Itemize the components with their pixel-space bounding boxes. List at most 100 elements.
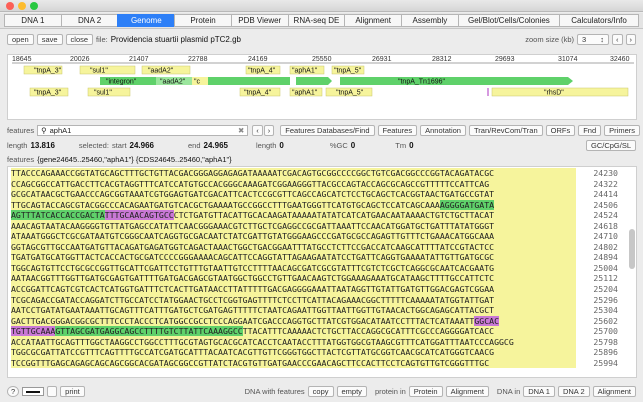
length-value: 13.816: [30, 140, 55, 150]
ruler-tick: 26931: [372, 56, 392, 63]
tran-revcom-button[interactable]: Tran/RevCom/Tran: [468, 124, 543, 136]
genome-feature-map[interactable]: 18645 20026 21407 22788 24169 25550 2693…: [7, 54, 637, 120]
feature-tnpa-tn1696[interactable]: [340, 77, 573, 85]
sequence-segment: GTTAGCGATGAGGCAGCCTTTTGTCTTATTCAAAGGCC: [55, 326, 243, 337]
sequence-line[interactable]: TGTTGCAAAGTTAGCGATGAGGCAGCCTTTTGTCTTATTC…: [11, 326, 576, 337]
sequence-line[interactable]: GCGCATAACGCTGAACCCAGCGGTAAATCGTGGAGTGATC…: [11, 189, 576, 200]
sequence-line[interactable]: GACTTGACGGGACGGCGCTTTCCCTACCCTCATGGCCGCC…: [11, 315, 576, 327]
sequence-line[interactable]: GGTAGCGTTGCCAATGATGTTACAGATGAGATGGTCAGAC…: [11, 241, 576, 253]
ruler-tick: 20026: [70, 56, 90, 63]
tab-dna1[interactable]: DNA 1: [4, 14, 61, 27]
ruler-tick: 28312: [432, 56, 452, 63]
sequence-position: 25700: [593, 326, 618, 337]
sequence-segment: ATAAATGGGCTCGCGATAATGTCGGGCAATCAGGTGCGAC…: [11, 231, 495, 242]
empty-button[interactable]: empty: [336, 385, 367, 397]
sequence-line[interactable]: CCAGCGGCCATTGACCTTCACGTAGGTTTCATCCATGTGC…: [11, 178, 576, 190]
dna-with-features-label: DNA with features: [244, 386, 305, 396]
sequence-line[interactable]: TCGCAGACCGATACCAGGATCTTGCCATCCTATGGAACTG…: [11, 294, 576, 306]
tab-genome[interactable]: Genome: [117, 14, 175, 27]
tab-assembly[interactable]: Assembly: [401, 14, 458, 27]
sequence-line[interactable]: AATCCTGATATGAATAAATTGCAGTTTCATTTGATGCTCG…: [11, 305, 576, 316]
sequence-position: 24506: [593, 199, 618, 210]
sequence-position: 24710: [593, 231, 618, 242]
print-button[interactable]: print: [60, 385, 85, 397]
sequence-segment: AATAACGGTTTGGTTGATGCGAGTGATTTTGATGACGAGC…: [11, 273, 495, 284]
protein-target-button[interactable]: Protein: [408, 385, 443, 397]
sequence-line[interactable]: AGTTTATCACCACCGACTATTTGCAACAGTGCCCTCTGAT…: [11, 210, 576, 221]
color-swatch[interactable]: [22, 386, 45, 396]
feature-label: "sul1": [90, 68, 108, 75]
zoom-window-button[interactable]: [30, 2, 38, 10]
minimize-window-button[interactable]: [18, 2, 26, 10]
search-next-button[interactable]: ›: [263, 124, 275, 136]
sequence-line[interactable]: TGGCAGTGTTCCTGCGCCGGTTGCATTCGATTCCTGTTTG…: [11, 262, 576, 274]
tab-pdb-viewer[interactable]: PDB Viewer: [230, 14, 288, 27]
feature-green-block[interactable]: [208, 77, 290, 85]
zoom-right-button[interactable]: ›: [625, 33, 636, 45]
scrollbar-thumb[interactable]: [629, 229, 635, 269]
features-search-label: features: [7, 125, 35, 135]
protein-alignment-button[interactable]: Alignment: [445, 385, 489, 397]
sequence-line[interactable]: TGGCGCGATTATCCGTTTCAGTTTTGCCATCGATGCATTT…: [11, 347, 576, 358]
sequence-line[interactable]: ACCGGATTCAGTCGTCACTCATGGTGATTTCTCACTTGAT…: [11, 284, 576, 295]
ruler-tick: 25550: [312, 56, 332, 63]
sequence-line[interactable]: AAACAGTAATACAAGGGGTGTTATGAGCCATATTCAACGG…: [11, 220, 576, 232]
sequence-segment: TCAGAATTGGTTAATTGGTTGTAACACTGGCAGAGCATTA…: [277, 305, 495, 316]
sequence-segment: TTTGCAACAGTGCC: [104, 210, 174, 221]
sequence-view[interactable]: TTACCCAGAAACCGGTATGCAGCTTTGCTGTTACGACGGG…: [7, 166, 637, 378]
features-button[interactable]: Features: [377, 124, 418, 136]
ruler-tick: 18645: [12, 56, 32, 63]
ruler-tick: 21407: [129, 56, 149, 63]
selection-length-value: 0: [279, 140, 284, 150]
sequence-line[interactable]: TTGCAGTACCAGCGTACGGCCCACAGAATGATGTCACGCT…: [11, 199, 576, 211]
help-button[interactable]: ?: [7, 385, 20, 397]
features-search-input[interactable]: ⚲ aphA1 ✖: [37, 124, 249, 136]
tab-rna-seq-de[interactable]: RNA-seq DE: [287, 14, 345, 27]
tab-gel-blot[interactable]: Gel/Blot/Cells/Colonies: [457, 14, 560, 27]
dna2-target-button[interactable]: DNA 2: [557, 385, 590, 397]
clear-search-icon[interactable]: ✖: [238, 126, 244, 135]
feature-green-block[interactable]: [296, 77, 332, 85]
sequence-line[interactable]: ATAAATGGGCTCGCGATAATGTCGGGCAATCAGGTGCGAC…: [11, 231, 576, 242]
close-button[interactable]: close: [65, 33, 94, 45]
feature-label: "rhsD": [544, 90, 564, 97]
close-window-button[interactable]: [6, 2, 14, 10]
sequence-line[interactable]: AATAACGGTTTGGTTGATGCGAGTGATTTTGATGACGAGC…: [11, 273, 576, 285]
tab-alignment[interactable]: Alignment: [344, 14, 402, 27]
copy-button[interactable]: copy: [307, 385, 334, 397]
dna1-target-button[interactable]: DNA 1: [523, 385, 555, 397]
swatch-toggle-button[interactable]: [47, 385, 58, 397]
bottom-bar: ? print DNA with features copy empty pro…: [0, 382, 643, 400]
find-button[interactable]: Fnd: [578, 124, 602, 136]
sequence-segment: GGTAGCGTTGCCAATGATGTTACAGATGAGATGGTCAGAC…: [11, 241, 495, 252]
gc-cpg-button[interactable]: GC/CpG/SL: [585, 139, 636, 151]
gc-value: 0: [350, 140, 356, 150]
annotation-button[interactable]: Annotation: [420, 124, 466, 136]
sequence-scrollbar[interactable]: [629, 169, 635, 375]
sequence-position: 25004: [593, 262, 618, 273]
zoom-left-button[interactable]: ‹: [612, 33, 623, 45]
sequence-line[interactable]: TGATGATGCATGGTTACTCACCACTGCGATCCCCGGGAAA…: [11, 252, 576, 263]
tab-dna2[interactable]: DNA 2: [60, 14, 118, 27]
ruler-tick: 22788: [188, 56, 208, 63]
tab-calculators[interactable]: Calculators/Info: [559, 14, 640, 27]
feature-label: "tnpA_3": [34, 90, 62, 97]
search-prev-button[interactable]: ‹: [252, 124, 263, 136]
features-databases-button[interactable]: Features Databases/Find: [280, 124, 375, 136]
primers-button[interactable]: Primers: [604, 124, 640, 136]
open-button[interactable]: open: [7, 33, 34, 45]
zoom-select[interactable]: 3 ↕: [577, 33, 609, 45]
sequence-line[interactable]: TCCGGTTTGAGCAGAGCAGCAGCGGCACGATAGCGGCCGT…: [11, 357, 576, 369]
save-button[interactable]: save: [36, 33, 63, 45]
dna-alignment-button[interactable]: Alignment: [592, 385, 636, 397]
sequence-line[interactable]: ACCATAATTGCAGTTTGGCTAAGGCCTGGCCTTTGCGTAG…: [11, 336, 576, 348]
sequence-text[interactable]: TTACCCAGAAACCGGTATGCAGCTTTGCTGTTACGACGGG…: [11, 168, 576, 369]
sequence-line[interactable]: TTACCCAGAAACCGGTATGCAGCTTTGCTGTTACGACGGG…: [11, 168, 576, 179]
feature-row-2: "integron" "aadA2" "c "tnpA_Tn1696": [100, 77, 573, 86]
sequence-segment: TCCGGTTTGAGCAGAGCAGCAGCGGCACGATAGCGGCCGT…: [11, 357, 490, 368]
ruler-tick: 29693: [495, 56, 515, 63]
selection-length-label: length: [255, 140, 277, 150]
swatch-line: [26, 390, 41, 393]
tab-protein[interactable]: Protein: [174, 14, 231, 27]
orfs-button[interactable]: ORFs: [545, 124, 576, 136]
